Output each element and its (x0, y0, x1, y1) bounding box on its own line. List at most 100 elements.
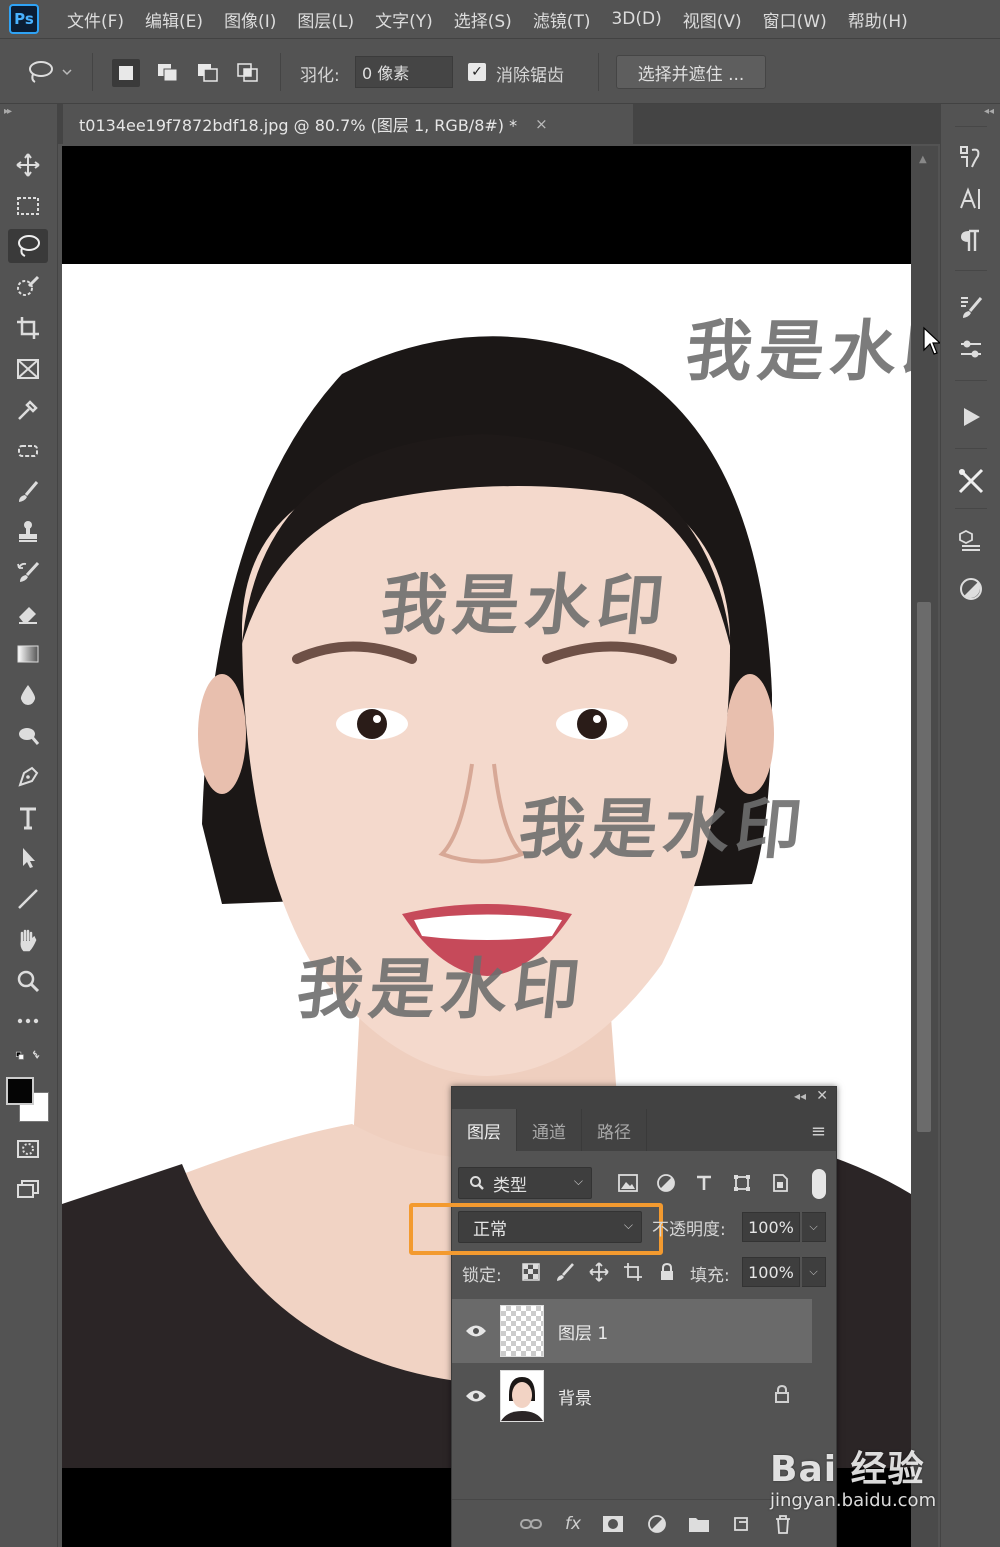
layer-row-layer-1[interactable]: 图层 1 (452, 1299, 812, 1363)
clone-stamp-tool[interactable] (8, 515, 48, 549)
gradient-tool[interactable] (8, 637, 48, 671)
brush-settings-button[interactable] (953, 290, 989, 324)
panel-titlebar[interactable]: ◂◂ ✕ (452, 1087, 836, 1109)
blur-tool[interactable] (8, 678, 48, 712)
hand-tool[interactable] (8, 923, 48, 957)
layer-name[interactable]: 图层 1 (558, 1319, 608, 1344)
move-tool[interactable] (8, 148, 48, 182)
history-brush-tool[interactable] (8, 556, 48, 590)
dodge-tool[interactable] (8, 719, 48, 753)
filter-type-layers-button[interactable] (690, 1169, 718, 1197)
add-layer-style-button[interactable]: fx (560, 1512, 586, 1536)
path-selection-tool[interactable] (8, 841, 48, 875)
color-swatches[interactable] (4, 1074, 54, 1124)
select-and-mask-button[interactable]: 选择并遮住 ... (616, 55, 766, 89)
lock-image-pixels-button[interactable] (552, 1259, 578, 1285)
tab-channels[interactable]: 通道 (517, 1109, 582, 1151)
opacity-dropdown-icon[interactable]: ⌵ (802, 1212, 826, 1242)
marquee-tool[interactable] (8, 189, 48, 223)
panel-menu-icon[interactable]: ≡ (811, 1121, 826, 1142)
lasso-tool[interactable] (8, 229, 48, 263)
separator (955, 270, 987, 271)
vertical-scrollbar[interactable]: ▲ (911, 146, 938, 1547)
layer-filter-select[interactable]: 类型 ⌵ (458, 1167, 592, 1199)
spot-healing-tool[interactable] (8, 434, 48, 468)
collapse-icon[interactable]: ◂◂ (794, 1089, 806, 1103)
adjustments-panel-button[interactable] (953, 572, 989, 606)
lock-all-button[interactable] (654, 1259, 680, 1285)
new-layer-button[interactable] (728, 1512, 754, 1536)
menu-filter[interactable]: 滤镜(T) (533, 7, 591, 32)
tool-preset-picker[interactable] (26, 57, 78, 87)
close-icon[interactable]: × (535, 115, 548, 133)
scroll-up-icon[interactable]: ▲ (919, 154, 927, 165)
filter-adjustment-layers-button[interactable] (652, 1169, 680, 1197)
document-tab[interactable]: t0134ee19f7872bdf18.jpg @ 80.7% (图层 1, R… (63, 104, 633, 144)
add-to-selection-button[interactable] (154, 59, 182, 87)
scrollbar-thumb[interactable] (917, 602, 931, 1132)
layer-row-background[interactable]: 背景 (452, 1364, 812, 1428)
character-panel-button[interactable] (953, 182, 989, 216)
more-tools-button[interactable] (8, 1004, 48, 1038)
filter-shape-layers-button[interactable] (728, 1169, 756, 1197)
foreground-color-swatch[interactable] (6, 1077, 34, 1105)
link-layers-button[interactable] (518, 1512, 544, 1536)
line-tool[interactable] (8, 882, 48, 916)
panel-collapse-icon[interactable]: ▸▸ (4, 106, 12, 117)
tab-paths[interactable]: 路径 (582, 1109, 647, 1151)
panel-collapse-icon[interactable]: ◂◂ (984, 106, 994, 117)
menu-edit[interactable]: 编辑(E) (145, 7, 203, 32)
brush-tool[interactable] (8, 475, 48, 509)
zoom-tool[interactable] (8, 964, 48, 998)
glyphs-panel-button[interactable] (953, 140, 989, 174)
antialias-checkbox[interactable]: ✓ (468, 63, 486, 81)
highlight-annotation (409, 1203, 663, 1255)
lock-artboard-button[interactable] (620, 1259, 646, 1285)
menu-help[interactable]: 帮助(H) (848, 7, 908, 32)
menu-type[interactable]: 文字(Y) (375, 7, 433, 32)
properties-panel-button[interactable] (953, 332, 989, 366)
menu-window[interactable]: 窗口(W) (763, 7, 827, 32)
quick-selection-tool[interactable] (8, 270, 48, 304)
opacity-input[interactable]: 100% (742, 1212, 800, 1242)
actions-panel-button[interactable] (953, 400, 989, 434)
eraser-tool[interactable] (8, 597, 48, 631)
type-icon (20, 807, 36, 830)
lock-position-button[interactable] (586, 1259, 612, 1285)
filter-toggle-switch[interactable] (812, 1169, 826, 1199)
lock-transparent-pixels-button[interactable] (518, 1259, 544, 1285)
close-panel-icon[interactable]: ✕ (816, 1088, 828, 1104)
feather-input[interactable]: 0 像素 (355, 56, 453, 88)
visibility-toggle[interactable] (452, 1389, 500, 1403)
type-tool[interactable] (8, 801, 48, 835)
tool-presets-button[interactable] (953, 464, 989, 498)
default-colors-button[interactable] (8, 1044, 48, 1068)
filter-smart-objects-button[interactable] (766, 1169, 794, 1197)
menu-view[interactable]: 视图(V) (683, 7, 742, 32)
tab-layers[interactable]: 图层 (452, 1109, 517, 1151)
new-selection-button[interactable] (112, 59, 140, 87)
add-mask-button[interactable] (600, 1512, 626, 1536)
frame-tool[interactable] (8, 352, 48, 386)
subtract-from-selection-button[interactable] (194, 59, 222, 87)
visibility-toggle[interactable] (452, 1324, 500, 1338)
menu-layer[interactable]: 图层(L) (297, 7, 354, 32)
intersect-selection-button[interactable] (234, 59, 262, 87)
3d-panel-button[interactable] (953, 524, 989, 558)
pen-tool[interactable] (8, 760, 48, 794)
new-group-button[interactable] (686, 1512, 712, 1536)
quick-mask-button[interactable] (8, 1132, 48, 1166)
fill-dropdown-icon[interactable]: ⌵ (802, 1257, 826, 1287)
screen-mode-button[interactable] (8, 1172, 48, 1206)
fill-input[interactable]: 100% (742, 1257, 800, 1287)
layer-name[interactable]: 背景 (558, 1384, 592, 1409)
filter-pixel-layers-button[interactable] (614, 1169, 642, 1197)
menu-3d[interactable]: 3D(D) (611, 9, 661, 29)
paragraph-panel-button[interactable] (953, 224, 989, 258)
menu-image[interactable]: 图像(I) (224, 7, 276, 32)
crop-tool[interactable] (8, 311, 48, 345)
new-adjustment-layer-button[interactable] (644, 1512, 670, 1536)
menu-select[interactable]: 选择(S) (454, 7, 512, 32)
menu-file[interactable]: 文件(F) (67, 7, 124, 32)
eyedropper-tool[interactable] (8, 393, 48, 427)
